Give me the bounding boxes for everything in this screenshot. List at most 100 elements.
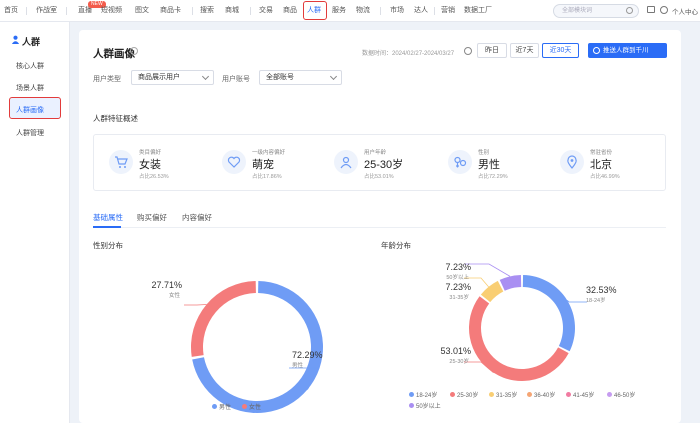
legend-item[interactable]: 31-35岁: [489, 390, 517, 399]
user-account-select[interactable]: 全部账号: [259, 70, 342, 85]
info-icon[interactable]: [130, 47, 138, 55]
user-type-value: 商品展示用户: [138, 74, 180, 81]
message-icon[interactable]: [647, 6, 655, 13]
legend-label: 女性: [249, 405, 262, 411]
feature-value: 北京: [590, 159, 612, 171]
crowd-icon: [11, 35, 20, 44]
feature-label: 常驻省份: [590, 150, 613, 156]
tab-basic-attributes[interactable]: 基础属性: [93, 212, 123, 223]
nav-item-trade[interactable]: 交易: [259, 5, 273, 15]
legend-item[interactable]: 男性: [212, 402, 231, 411]
donut-slice-1[interactable]: [191, 281, 256, 357]
donut-slice-0[interactable]: [522, 275, 575, 352]
legend-dot: [409, 392, 414, 397]
sidebar: 人群 核心人群 场景人群 人群画像 人群管理: [0, 22, 70, 423]
help-icon[interactable]: [464, 47, 472, 55]
tab-content-preference[interactable]: 内容偏好: [182, 212, 212, 223]
nav-item-crowd[interactable]: 人群: [307, 5, 321, 15]
legend-dot: [489, 392, 494, 397]
slice-name-label: 31-35岁: [449, 293, 469, 301]
legend-dot: [212, 404, 217, 409]
features-overview: 类目偏好 女装 占比26.53% 一级内容偏好 萌宠 占比17.86% 用户年龄…: [93, 134, 666, 191]
nav-separator: [434, 7, 435, 15]
nav-item-logistics[interactable]: 物流: [356, 5, 370, 15]
main-panel: 人群画像 数据时间：2024/02/27-2024/03/27 昨日 近7天 近…: [79, 30, 681, 423]
push-icon: [593, 47, 600, 54]
range-30days-button[interactable]: 近30天: [542, 43, 579, 58]
chevron-down-icon: [201, 72, 210, 81]
feature-label: 性别: [478, 150, 490, 156]
date-range-label: 数据时间：2024/02/27-2024/03/27: [362, 51, 455, 57]
page-title: 人群画像: [93, 48, 135, 60]
clock-icon[interactable]: [660, 6, 668, 14]
nav-item-search[interactable]: 搜索: [200, 5, 214, 15]
nav-item-short-video[interactable]: 短视频: [101, 5, 122, 15]
feature-share: 占比17.86%: [252, 174, 282, 180]
tab-purchase-preference[interactable]: 购买偏好: [137, 212, 167, 223]
gender-icon: [448, 150, 472, 174]
legend-item[interactable]: 女性: [242, 402, 261, 411]
nav-item-data-factory[interactable]: 数据工厂: [464, 5, 492, 15]
slice-percent-label: 72.29%: [292, 350, 323, 360]
sidebar-item-crowd-portrait[interactable]: 人群画像: [16, 105, 44, 115]
features-section-title: 人群特征概述: [93, 114, 138, 123]
slice-percent-label: 32.53%: [586, 285, 617, 295]
legend-item[interactable]: 18-24岁: [409, 390, 437, 399]
sidebar-item-scene-crowd[interactable]: 场景人群: [16, 83, 44, 93]
feature-label: 一级内容偏好: [252, 150, 286, 156]
legend-label: 36-40岁: [534, 393, 556, 399]
legend-item[interactable]: 36-40岁: [527, 390, 555, 399]
search-icon[interactable]: [626, 7, 633, 14]
user-type-select[interactable]: 商品展示用户: [131, 70, 214, 85]
donut-slice-1[interactable]: [469, 296, 569, 381]
sidebar-item-core-crowd[interactable]: 核心人群: [16, 61, 44, 71]
nav-item-goods[interactable]: 商品: [283, 5, 297, 15]
nav-item-influencer[interactable]: 达人: [414, 5, 428, 15]
range-yesterday-button[interactable]: 昨日: [477, 43, 507, 58]
cart-icon: [109, 150, 133, 174]
sidebar-item-crowd-management[interactable]: 人群管理: [16, 128, 44, 138]
nav-item-war-room[interactable]: 作战室: [36, 5, 57, 15]
active-tab-indicator: [93, 226, 121, 228]
legend-dot: [607, 392, 612, 397]
location-icon: [560, 150, 584, 174]
nav-item-service[interactable]: 服务: [332, 5, 346, 15]
age-donut-chart: 32.53%18-24岁53.01%25-30岁7.23%31-35岁7.23%…: [440, 262, 617, 381]
nav-item-home[interactable]: 首页: [4, 5, 18, 15]
range-7days-button[interactable]: 近7天: [510, 43, 539, 58]
heart-icon: [222, 150, 246, 174]
legend-label: 46-50岁: [614, 393, 636, 399]
legend-dot: [409, 403, 414, 408]
legend-label: 18-24岁: [416, 393, 438, 399]
donut-slice-6[interactable]: [499, 275, 522, 291]
nav-item-product-card[interactable]: 商品卡: [160, 5, 181, 15]
nav-separator: [66, 7, 67, 15]
legend-item[interactable]: 25-30岁: [450, 390, 478, 399]
legend-item[interactable]: 46-50岁: [607, 390, 635, 399]
feature-label: 用户年龄: [364, 150, 387, 156]
push-button-label: 推送人群到千川: [603, 47, 649, 54]
legend-item[interactable]: 41-45岁: [566, 390, 594, 399]
nav-separator: [250, 7, 251, 15]
user-center-link[interactable]: 个人中心: [672, 6, 698, 16]
legend-label: 男性: [219, 405, 232, 411]
nav-item-market[interactable]: 市场: [390, 5, 404, 15]
push-to-qianchuan-button[interactable]: 推送人群到千川: [588, 43, 667, 58]
slice-name-label: 18-24岁: [586, 296, 606, 304]
label-leader-line: [566, 300, 587, 303]
legend-dot: [566, 392, 571, 397]
nav-item-mall[interactable]: 商城: [225, 5, 239, 15]
nav-separator: [192, 7, 193, 15]
legend-dot: [242, 404, 247, 409]
user-account-value: 全部账号: [266, 74, 294, 81]
feature-share: 占比53.01%: [364, 174, 394, 180]
slice-percent-label: 7.23%: [445, 282, 471, 292]
user-type-label: 用户类型: [93, 76, 121, 83]
feature-label: 类目偏好: [139, 150, 162, 156]
legend-item[interactable]: 50岁以上: [409, 401, 441, 410]
nav-item-image-text[interactable]: 图文: [135, 5, 149, 15]
donut-slice-2[interactable]: [480, 280, 504, 303]
person-icon: [334, 150, 358, 174]
legend-label: 25-30岁: [457, 393, 479, 399]
nav-item-marketing[interactable]: 营销: [441, 5, 455, 15]
